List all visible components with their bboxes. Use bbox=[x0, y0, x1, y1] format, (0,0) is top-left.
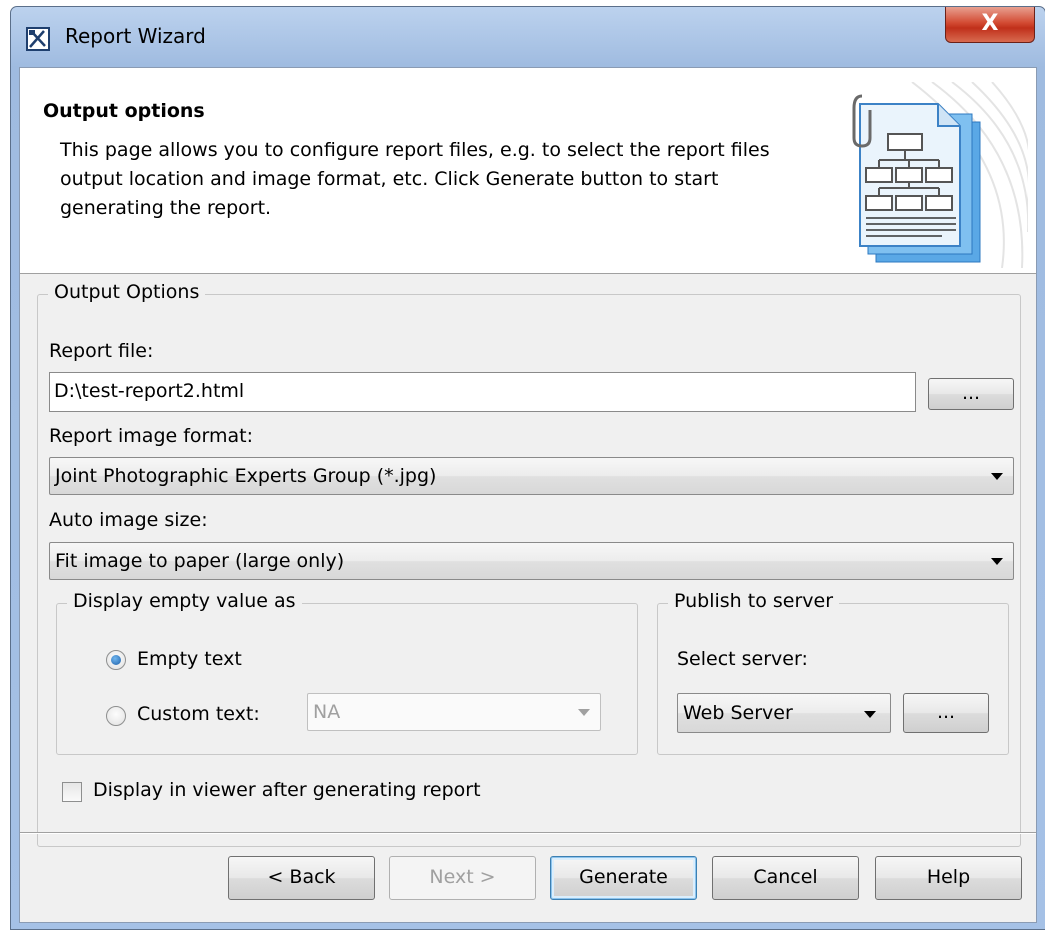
report-wizard-window: Report Wizard X Output options This page… bbox=[10, 6, 1045, 930]
server-browse-button[interactable]: ... bbox=[903, 693, 989, 733]
custom-text-select[interactable]: NA bbox=[307, 693, 601, 731]
report-file-input[interactable]: D:\test-report2.html bbox=[49, 372, 916, 412]
auto-size-select[interactable]: Fit image to paper (large only) bbox=[49, 542, 1014, 580]
close-button[interactable]: X bbox=[945, 7, 1035, 43]
auto-size-label: Auto image size: bbox=[49, 509, 208, 531]
custom-text-value: NA bbox=[313, 701, 341, 723]
empty-text-radio[interactable] bbox=[106, 650, 126, 670]
image-format-value: Joint Photographic Experts Group (*.jpg) bbox=[55, 465, 437, 487]
report-file-browse-button[interactable]: ... bbox=[928, 378, 1014, 410]
publish-server-group-label: Publish to server bbox=[668, 590, 840, 612]
report-document-icon bbox=[852, 82, 1028, 268]
chevron-down-icon bbox=[991, 473, 1003, 480]
custom-text-label[interactable]: Custom text: bbox=[137, 703, 260, 725]
next-button[interactable]: Next > bbox=[389, 856, 536, 900]
server-select[interactable]: Web Server bbox=[677, 693, 891, 733]
display-in-viewer-label[interactable]: Display in viewer after generating repor… bbox=[93, 779, 481, 801]
display-empty-group: Display empty value as bbox=[56, 590, 638, 755]
chevron-down-icon bbox=[864, 711, 876, 718]
image-format-label: Report image format: bbox=[49, 425, 254, 447]
help-button[interactable]: Help bbox=[875, 856, 1022, 900]
server-value: Web Server bbox=[683, 702, 793, 724]
back-button[interactable]: < Back bbox=[228, 856, 375, 900]
page-description: This page allows you to configure report… bbox=[60, 139, 770, 219]
report-file-label: Report file: bbox=[49, 340, 154, 362]
page-title: Output options bbox=[43, 100, 205, 122]
dialog-client: Output options This page allows you to c… bbox=[19, 67, 1037, 923]
app-icon bbox=[26, 27, 50, 51]
chevron-down-icon bbox=[991, 558, 1003, 565]
title-bar: Report Wizard X bbox=[11, 7, 1045, 69]
custom-text-radio[interactable] bbox=[106, 706, 126, 726]
window-title: Report Wizard bbox=[65, 24, 206, 48]
select-server-label: Select server: bbox=[677, 648, 808, 670]
close-icon: X bbox=[981, 11, 999, 36]
output-options-group-label: Output Options bbox=[48, 281, 206, 303]
display-empty-group-label: Display empty value as bbox=[67, 590, 302, 612]
footer-divider-highlight bbox=[20, 833, 1036, 834]
generate-button[interactable]: Generate bbox=[550, 856, 697, 900]
empty-text-label[interactable]: Empty text bbox=[137, 648, 242, 670]
wizard-header: Output options This page allows you to c… bbox=[20, 68, 1036, 274]
display-in-viewer-checkbox[interactable] bbox=[62, 782, 82, 802]
cancel-button[interactable]: Cancel bbox=[712, 856, 859, 900]
image-format-select[interactable]: Joint Photographic Experts Group (*.jpg) bbox=[49, 457, 1014, 495]
chevron-down-icon bbox=[578, 709, 590, 716]
auto-size-value: Fit image to paper (large only) bbox=[55, 550, 345, 572]
